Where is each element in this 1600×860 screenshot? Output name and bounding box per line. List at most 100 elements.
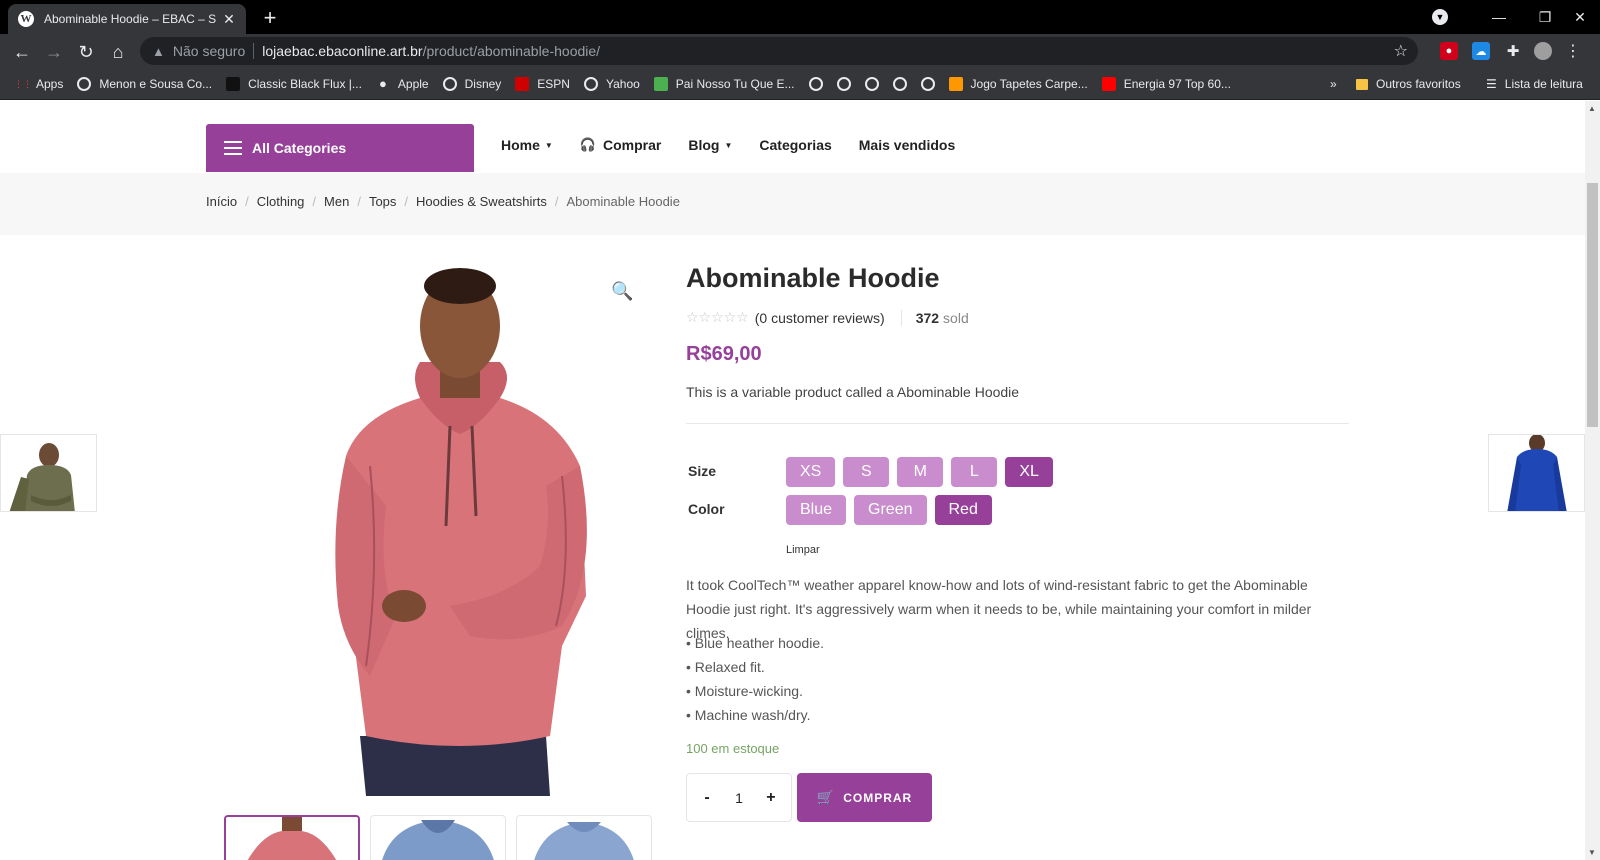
youtube-icon	[1101, 76, 1116, 91]
quantity-input[interactable]: 1	[735, 790, 743, 806]
address-bar[interactable]: ▲ Não seguro lojaebac.ebaconline.art.br …	[140, 37, 1418, 65]
minimize-button[interactable]: —	[1476, 0, 1522, 34]
bookmark-item[interactable]: Yahoo	[583, 76, 640, 91]
tab-search-icon[interactable]: ▼	[1432, 9, 1448, 25]
product-main-image[interactable]	[300, 266, 620, 796]
gallery-thumbnail-2[interactable]	[370, 815, 506, 860]
gallery-thumbnail-1[interactable]	[224, 815, 360, 860]
bookmarks-overflow-button[interactable]: »	[1330, 68, 1337, 100]
menu-item-label: Home	[501, 137, 540, 153]
back-button[interactable]: ←	[8, 38, 36, 66]
gallery-thumbnail-3[interactable]	[516, 815, 652, 860]
add-to-cart-label: COMPRAR	[843, 790, 913, 805]
bookmark-item[interactable]: Disney	[442, 76, 501, 91]
site-navbar: All Categories Home ▼ 🎧 Comprar Blog ▼ C…	[0, 101, 1585, 173]
bookmark-item[interactable]: Energia 97 Top 60...	[1101, 76, 1231, 91]
breadcrumb-link-clothing[interactable]: Clothing	[257, 194, 305, 209]
scroll-down-arrow-icon[interactable]: ▼	[1588, 848, 1596, 857]
tab-close-icon[interactable]: ✕	[222, 11, 236, 28]
menu-item-categorias[interactable]: Categorias	[759, 137, 831, 153]
bookmark-item[interactable]	[892, 76, 907, 91]
next-product-thumbnail[interactable]	[1488, 434, 1585, 512]
page-scrollbar[interactable]: ▲ ▼	[1585, 101, 1600, 860]
globe-icon	[808, 76, 823, 91]
size-swatch-l[interactable]: L	[951, 457, 998, 487]
bookmark-item[interactable]: ⋮⋮ Apps	[14, 77, 63, 91]
extensions-puzzle-icon[interactable]: ✚	[1504, 42, 1522, 60]
browser-tab-strip: W Abominable Hoodie – EBAC – Sh ✕ + ▼ — …	[0, 0, 1600, 34]
color-swatch-red[interactable]: Red	[934, 495, 992, 525]
globe-icon	[442, 76, 457, 91]
bookmark-item[interactable]: Pai Nosso Tu Que E...	[653, 76, 795, 91]
customer-reviews-link[interactable]: (0 customer reviews)	[755, 310, 885, 326]
bookmark-item[interactable]: Jogo Tapetes Carpe...	[948, 76, 1088, 91]
size-swatch-s[interactable]: S	[843, 457, 890, 487]
folder-icon	[1356, 78, 1368, 90]
scroll-up-arrow-icon[interactable]: ▲	[1588, 104, 1596, 113]
color-swatches: Blue Green Red	[786, 495, 992, 525]
breadcrumb-link-men[interactable]: Men	[324, 194, 349, 209]
size-swatch-xl[interactable]: XL	[1005, 457, 1053, 487]
browser-tab[interactable]: W Abominable Hoodie – EBAC – Sh ✕	[8, 4, 246, 34]
cloud-extension-icon[interactable]: ☁	[1472, 42, 1490, 60]
all-categories-button[interactable]: All Categories	[206, 124, 474, 172]
blue-hoodie-back-thumb	[534, 822, 634, 860]
profile-avatar[interactable]	[1534, 42, 1552, 60]
previous-product-thumbnail[interactable]	[0, 434, 97, 512]
bookmark-item[interactable]: Menon e Sousa Co...	[77, 76, 213, 91]
color-swatch-blue[interactable]: Blue	[786, 495, 847, 525]
omnibox-divider	[253, 43, 255, 59]
bookmark-item[interactable]	[836, 76, 851, 91]
size-swatch-xs[interactable]: XS	[786, 457, 836, 487]
clear-selection-link[interactable]: Limpar	[786, 544, 820, 556]
breadcrumb-link-hoodies[interactable]: Hoodies & Sweatshirts	[416, 194, 547, 209]
breadcrumb-link-inicio[interactable]: Início	[206, 194, 237, 209]
menu-item-blog[interactable]: Blog ▼	[688, 137, 732, 153]
bookmark-item[interactable]: ESPN	[515, 76, 570, 91]
menu-item-label: Comprar	[603, 137, 662, 153]
other-bookmarks-label: Outros favoritos	[1376, 77, 1461, 91]
forward-button[interactable]: →	[40, 38, 68, 66]
quantity-decrease-button[interactable]: -	[695, 789, 719, 807]
size-swatch-m[interactable]: M	[897, 457, 944, 487]
product-rating-row: ☆☆☆☆☆ (0 customer reviews) 372 sold	[686, 309, 969, 326]
bookmark-item[interactable]	[808, 76, 823, 91]
scrollbar-thumb[interactable]	[1587, 183, 1598, 427]
tab-title: Abominable Hoodie – EBAC – Sh	[44, 12, 216, 26]
sold-label: sold	[943, 309, 969, 326]
reading-list-label: Lista de leitura	[1504, 77, 1583, 91]
chrome-menu-icon[interactable]: ⋮	[1564, 42, 1582, 60]
reading-list-button[interactable]: ☰ Lista de leitura	[1486, 68, 1583, 100]
feature-item: • Blue heather hoodie.	[686, 635, 825, 651]
reload-button[interactable]: ↻	[72, 38, 100, 66]
size-swatches: XS S M L XL	[786, 457, 1053, 487]
quantity-increase-button[interactable]: +	[759, 789, 783, 807]
home-button[interactable]: ⌂	[104, 38, 132, 66]
bookmark-star-icon[interactable]: ☆	[1394, 41, 1408, 61]
apps-grid-icon: ⋮⋮	[14, 78, 32, 89]
size-label: Size	[688, 463, 717, 479]
bookmark-item[interactable]: Classic Black Flux |...	[226, 76, 362, 91]
menu-item-home[interactable]: Home ▼	[501, 137, 553, 153]
bookmark-label: Pai Nosso Tu Que E...	[675, 76, 795, 91]
menu-item-mais-vendidos[interactable]: Mais vendidos	[859, 137, 955, 153]
breadcrumb-bar: Início / Clothing / Men / Tops / Hoodies…	[0, 173, 1585, 235]
bookmark-label: Menon e Sousa Co...	[99, 76, 213, 91]
menu-item-comprar[interactable]: 🎧 Comprar	[580, 137, 662, 153]
other-bookmarks-folder[interactable]: Outros favoritos	[1356, 68, 1461, 100]
green-hoodie-image	[1, 435, 96, 511]
breadcrumb-link-tops[interactable]: Tops	[369, 194, 396, 209]
bookmark-item[interactable]	[920, 76, 935, 91]
bookmark-item[interactable]	[864, 76, 879, 91]
zoom-magnifier-icon[interactable]: 🔍	[611, 281, 633, 302]
bookmark-label: Apps	[36, 76, 64, 91]
globe-icon	[583, 76, 598, 91]
close-window-button[interactable]: ✕	[1560, 0, 1600, 34]
security-label[interactable]: Não seguro	[173, 43, 245, 59]
bookmark-item[interactable]: ● Apple	[376, 76, 429, 91]
new-tab-button[interactable]: +	[256, 4, 284, 32]
add-to-cart-button[interactable]: 🛒 COMPRAR	[797, 773, 932, 822]
color-swatch-green[interactable]: Green	[854, 495, 927, 525]
santander-extension-icon[interactable]: ●	[1440, 42, 1458, 60]
site-icon	[226, 76, 241, 91]
